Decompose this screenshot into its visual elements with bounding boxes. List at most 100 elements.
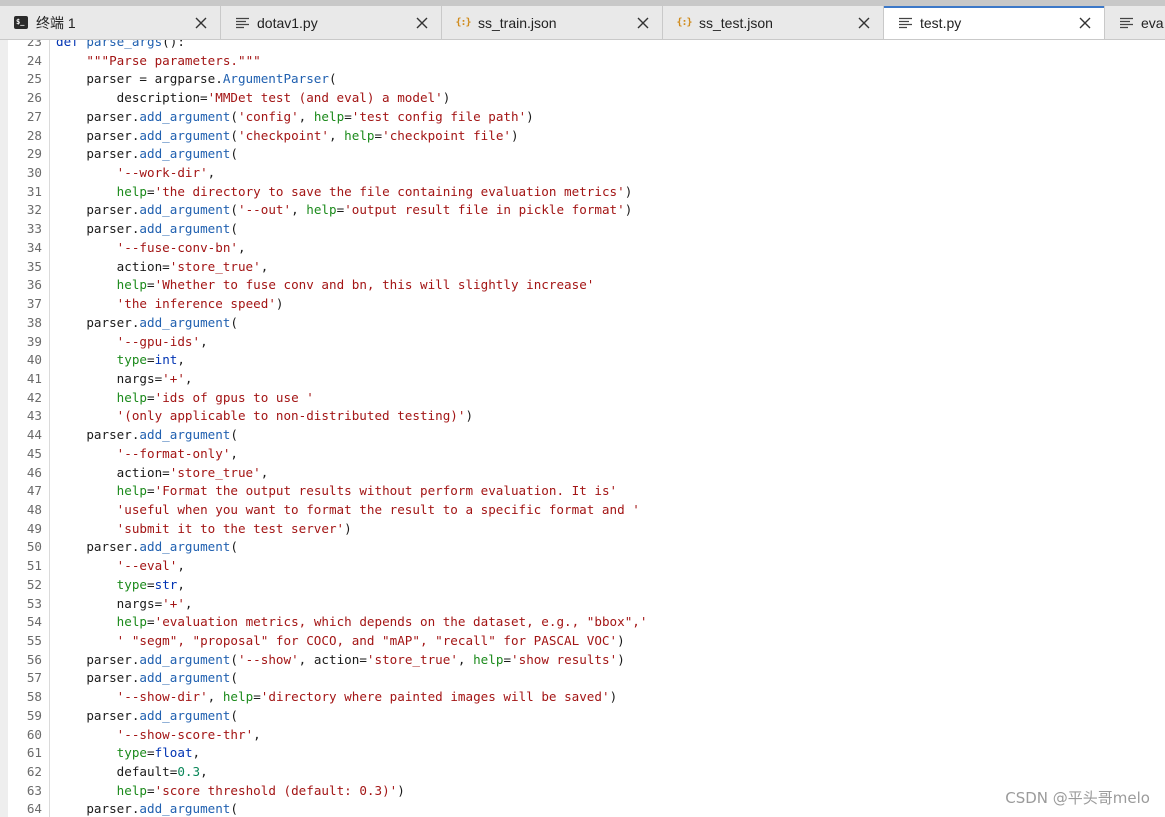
code-line[interactable]: 43 '(only applicable to non-distributed … xyxy=(0,407,1165,426)
code-token: ( xyxy=(230,539,238,555)
code-token: , action= xyxy=(298,651,367,667)
code-line[interactable]: 60 '--show-score-thr', xyxy=(0,726,1165,745)
line-number: 61 xyxy=(26,745,42,761)
tab-terminal-1[interactable]: $_ 终端 1 xyxy=(0,6,221,39)
code-line[interactable]: 54 help='evaluation metrics, which depen… xyxy=(0,613,1165,632)
code-token: type xyxy=(116,352,148,368)
code-token: , xyxy=(200,333,208,349)
close-icon[interactable] xyxy=(415,16,429,30)
code-line[interactable]: 39 '--gpu-ids', xyxy=(0,333,1165,352)
close-icon[interactable] xyxy=(194,16,208,30)
code-token: """Parse parameters.""" xyxy=(86,52,261,68)
tab-test-py[interactable]: test.py xyxy=(884,6,1105,39)
close-icon[interactable] xyxy=(857,16,871,30)
line-number: 46 xyxy=(26,464,42,480)
code-line[interactable]: 36 help='Whether to fuse conv and bn, th… xyxy=(0,276,1165,295)
code-line[interactable]: 52 type=str, xyxy=(0,576,1165,595)
code-line[interactable]: 32 parser.add_argument('--out', help='ou… xyxy=(0,201,1165,220)
code-token: 'checkpoint file' xyxy=(382,127,512,143)
code-line[interactable]: 28 parser.add_argument('checkpoint', hel… xyxy=(0,127,1165,146)
line-source: def parse_args(): xyxy=(42,40,185,52)
tab-ss-train-json[interactable]: {:} ss_train.json xyxy=(442,6,663,39)
code-line[interactable]: 56 parser.add_argument('--show', action=… xyxy=(0,651,1165,670)
code-token: 'useful when you want to format the resu… xyxy=(116,501,640,517)
code-token: '--show-dir' xyxy=(116,689,208,705)
tab-dotav1-py[interactable]: dotav1.py xyxy=(221,6,442,39)
code-token: add_argument xyxy=(139,146,231,162)
line-number: 36 xyxy=(26,277,42,293)
code-token: add_argument xyxy=(139,427,231,443)
line-number: 64 xyxy=(26,801,42,817)
code-line[interactable]: 61 type=float, xyxy=(0,744,1165,763)
close-icon[interactable] xyxy=(636,16,650,30)
line-source: description='MMDet test (and eval) a mod… xyxy=(42,89,451,108)
code-line[interactable]: 31 help='the directory to save the file … xyxy=(0,183,1165,202)
code-line[interactable]: 51 '--eval', xyxy=(0,557,1165,576)
code-line[interactable]: 25 parser = argparse.ArgumentParser( xyxy=(0,70,1165,89)
code-line[interactable]: 48 'useful when you want to format the r… xyxy=(0,501,1165,520)
code-line[interactable]: 45 '--format-only', xyxy=(0,445,1165,464)
code-line[interactable]: 44 parser.add_argument( xyxy=(0,426,1165,445)
code-line[interactable]: 41 nargs='+', xyxy=(0,370,1165,389)
code-line[interactable]: 27 parser.add_argument('config', help='t… xyxy=(0,108,1165,127)
code-token: type xyxy=(116,745,148,761)
code-line[interactable]: 53 nargs='+', xyxy=(0,595,1165,614)
code-line[interactable]: 47 help='Format the output results witho… xyxy=(0,482,1165,501)
code-token: parse_args xyxy=(86,40,163,49)
line-source: parser = argparse.ArgumentParser( xyxy=(42,70,336,89)
code-token: add_argument xyxy=(139,127,231,143)
line-source: '--format-only', xyxy=(42,445,238,464)
code-line[interactable]: 26 description='MMDet test (and eval) a … xyxy=(0,89,1165,108)
code-editor[interactable]: 23 def parse_args(): 24 """Parse parameter… xyxy=(0,40,1165,817)
code-token: = xyxy=(147,782,155,798)
code-line[interactable]: 62 default=0.3, xyxy=(0,763,1165,782)
code-line[interactable]: 40 type=int, xyxy=(0,351,1165,370)
code-line[interactable]: 34 '--fuse-conv-bn', xyxy=(0,239,1165,258)
code-token: 'MMDet test (and eval) a model' xyxy=(207,90,443,106)
code-line[interactable]: 30 '--work-dir', xyxy=(0,164,1165,183)
code-token: '--show' xyxy=(238,651,299,667)
tab-eval[interactable]: eva xyxy=(1105,6,1165,39)
code-line[interactable]: 37 'the inference speed') xyxy=(0,295,1165,314)
code-token: add_argument xyxy=(139,221,231,237)
code-area[interactable]: 23 def parse_args(): 24 """Parse parameter… xyxy=(0,40,1165,817)
code-line[interactable]: 46 action='store_true', xyxy=(0,464,1165,483)
line-source: '--gpu-ids', xyxy=(42,333,208,352)
code-token: ( xyxy=(230,202,238,218)
code-line[interactable]: 57 parser.add_argument( xyxy=(0,669,1165,688)
line-number: 34 xyxy=(26,239,42,255)
code-line[interactable]: 33 parser.add_argument( xyxy=(0,220,1165,239)
code-token: , xyxy=(260,258,269,274)
code-token: '--format-only' xyxy=(116,445,231,461)
code-token: , xyxy=(207,689,223,705)
code-line[interactable]: 42 help='ids of gpus to use ' xyxy=(0,389,1165,408)
code-line[interactable]: 64 parser.add_argument( xyxy=(0,800,1165,817)
code-line[interactable]: 49 'submit it to the test server') xyxy=(0,520,1165,539)
code-token: ) xyxy=(624,202,633,218)
close-icon[interactable] xyxy=(1078,16,1092,30)
code-line[interactable]: 59 parser.add_argument( xyxy=(0,707,1165,726)
code-line[interactable]: 63 help='score threshold (default: 0.3)'… xyxy=(0,782,1165,801)
line-number: 43 xyxy=(26,408,42,424)
text-file-icon xyxy=(1119,16,1133,30)
code-line[interactable]: 58 '--show-dir', help='directory where p… xyxy=(0,688,1165,707)
code-token: ( xyxy=(230,651,238,667)
line-source: action='store_true', xyxy=(42,258,269,277)
code-line[interactable]: 29 parser.add_argument( xyxy=(0,145,1165,164)
code-line[interactable]: 55 ' "segm", "proposal" for COCO, and "m… xyxy=(0,632,1165,651)
tab-ss-test-json[interactable]: {:} ss_test.json xyxy=(663,6,884,39)
code-line[interactable]: 50 parser.add_argument( xyxy=(0,538,1165,557)
code-line[interactable]: 38 parser.add_argument( xyxy=(0,314,1165,333)
code-token: type xyxy=(116,576,148,592)
code-line[interactable]: 23 def parse_args(): xyxy=(0,40,1165,52)
code-token: = xyxy=(147,614,155,630)
code-token: ) xyxy=(511,127,519,143)
code-token: , xyxy=(200,764,208,780)
code-line[interactable]: 35 action='store_true', xyxy=(0,258,1165,277)
code-line[interactable]: 24 """Parse parameters.""" xyxy=(0,52,1165,71)
code-token: , xyxy=(230,445,238,461)
